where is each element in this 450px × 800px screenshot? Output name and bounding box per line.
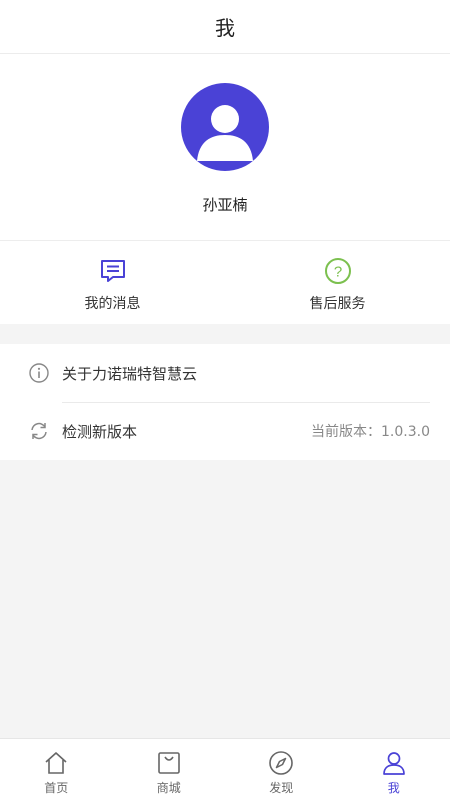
current-version: 当前版本：1.0.3.0 [311,424,430,440]
my-messages-label: 我的消息 [84,296,141,312]
check-update-label: 检测新版本 [62,422,138,441]
after-sales-label: 售后服务 [309,296,366,312]
info-icon [29,363,49,383]
settings-list: 关于力诺瑞特智慧云 检测新版本 当前版本：1.0.3.0 [0,344,450,460]
person-icon [382,752,405,775]
tab-home-label: 首页 [44,781,69,795]
about-row[interactable]: 关于力诺瑞特智慧云 [0,344,450,402]
message-icon [100,260,125,282]
page-title: 我 [215,16,235,40]
username: 孙亚楠 [202,196,248,214]
svg-text:?: ? [333,264,341,281]
my-messages-button[interactable]: 我的消息 [0,241,225,324]
shopping-bag-icon [157,752,180,774]
tab-discover[interactable]: 发现 [225,739,338,800]
check-update-row[interactable]: 检测新版本 当前版本：1.0.3.0 [0,402,450,460]
tab-mall-label: 商城 [156,781,181,795]
after-sales-button[interactable]: ? 售后服务 [225,241,450,324]
tab-mall[interactable]: 商城 [113,739,226,800]
tab-discover-label: 发现 [269,781,294,795]
user-avatar-icon[interactable] [181,83,269,171]
compass-icon [269,751,294,775]
refresh-icon [31,422,47,440]
bottom-tab-bar: 首页 商城 发现 我 [0,738,450,800]
page-header: 我 [0,0,450,54]
profile-section: 孙亚楠 [0,54,450,240]
tab-me-label: 我 [387,781,400,795]
help-circle-icon: ? [324,258,351,284]
tab-home[interactable]: 首页 [0,739,113,800]
about-label: 关于力诺瑞特智慧云 [62,364,198,383]
home-icon [45,752,67,774]
quick-actions: 我的消息 ? 售后服务 [0,240,450,324]
tab-me[interactable]: 我 [338,739,450,800]
